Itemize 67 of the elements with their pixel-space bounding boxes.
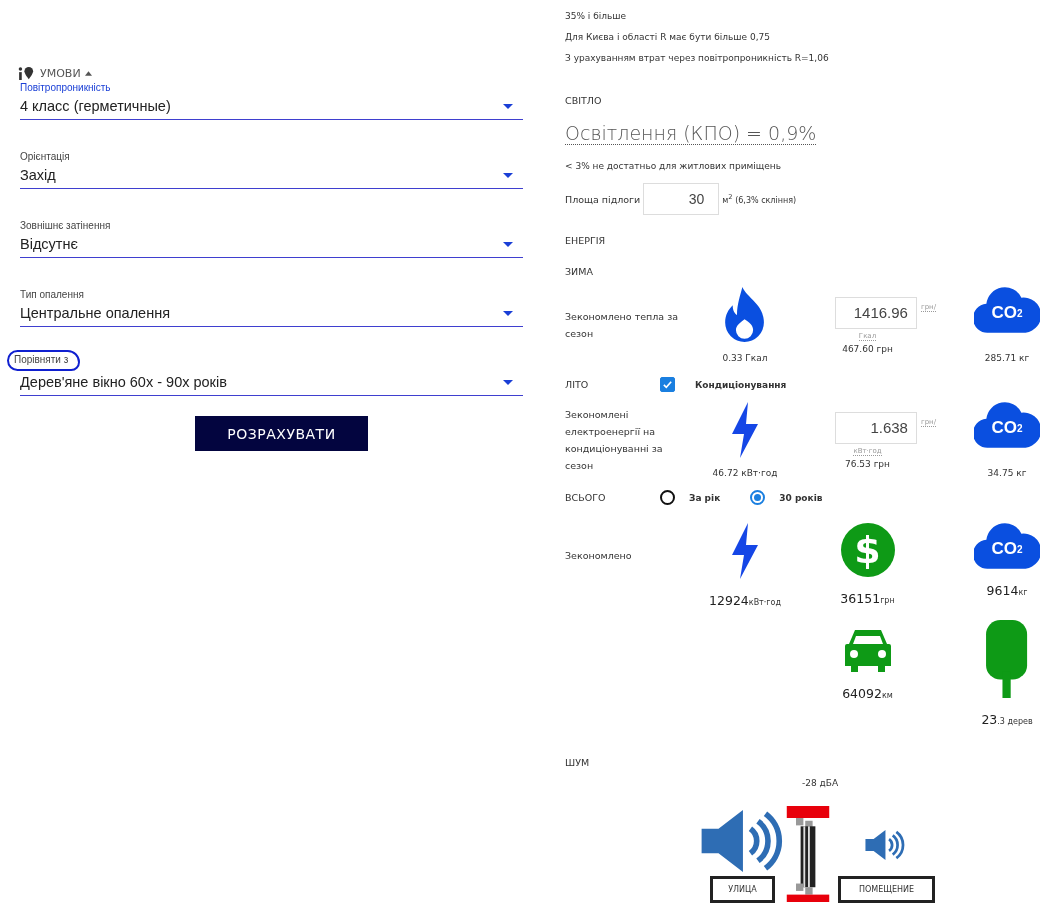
price-input[interactable]: 1416.96 [834, 296, 917, 329]
total-amount-text: 12924кВт·год [709, 593, 781, 608]
field-label: Зовнішнє затінення [20, 219, 111, 233]
lightning-icon [730, 402, 760, 458]
noise-reduction-text: -28 дБА [802, 778, 839, 788]
section-heading: СВІТЛО [565, 95, 602, 106]
field-label: Тип опалення [20, 288, 84, 302]
field-label: Порівняти з [7, 350, 81, 371]
section-toggle[interactable]: УМОВИ [40, 66, 81, 80]
total-amount-text: 64092км [842, 686, 893, 701]
dropdown-arrow-icon [503, 379, 513, 385]
caret-icon[interactable] [84, 70, 92, 76]
amount-text: 46.72 кВт·год [712, 468, 778, 478]
total-amount-text: 23.3 дерев [981, 712, 1033, 727]
section-heading: ЗИМА [565, 266, 593, 277]
total-amount-text: 36151 грн [840, 591, 895, 606]
person-pin-icon [18, 66, 36, 80]
section-heading: ШУМ [565, 757, 590, 768]
quiet-speaker-icon [865, 830, 905, 860]
radio-label[interactable]: За рік [689, 492, 721, 503]
dollar-coin-icon: $ [840, 523, 895, 577]
loud-speaker-icon [700, 810, 784, 872]
cost-text: 467.60 грн [842, 343, 893, 354]
inside-label: ПОМЕЩЕНИЕ [838, 876, 935, 903]
dropdown-arrow-icon [503, 310, 513, 316]
lightning-icon [730, 523, 760, 579]
field-label: Повітропроникність [20, 81, 111, 95]
radio-label[interactable]: 30 років [779, 492, 823, 503]
floor-area-label: Площа підлоги [565, 193, 641, 205]
car-icon [844, 628, 891, 672]
outside-label: УЛИЦА [710, 876, 775, 903]
row-label: Зекономлено [565, 549, 633, 563]
tree-icon [984, 620, 1030, 698]
price-input[interactable]: 1.638 [834, 411, 917, 444]
checkbox[interactable] [660, 377, 675, 392]
co2-amount-text: 34.75 кг [987, 468, 1027, 478]
row-label: Зекономлено тепла за сезон [565, 310, 679, 341]
dropdown-arrow-icon [503, 241, 513, 247]
total-amount-text: 9614кг [986, 583, 1028, 598]
floor-area-unit: м$^{2}$ (6,3% скління) [722, 193, 797, 205]
select-field[interactable]: 4 класс (герметичные) [20, 98, 523, 120]
section-heading: ЕНЕРГІЯ [565, 235, 606, 246]
floor-area-input[interactable]: 30 [643, 183, 720, 215]
radio-button[interactable] [660, 490, 675, 505]
radio-button[interactable] [750, 490, 766, 505]
dropdown-arrow-icon [503, 103, 513, 109]
select-field[interactable]: Дерев'яне вікно 60х - 90х років [20, 374, 523, 396]
checkmark-icon [661, 378, 674, 391]
flame-icon [723, 287, 767, 343]
dropdown-arrow-icon [503, 172, 513, 178]
select-field[interactable]: Відсутнє [20, 236, 523, 258]
lighting-note: < 3% не достатньо для житлових приміщень [565, 161, 782, 171]
info-text: 35% і більше [565, 11, 628, 21]
amount-text: 0.33 Гкал [722, 353, 768, 363]
section-heading: ЛІТО [565, 379, 590, 390]
select-field[interactable]: Захід [20, 167, 523, 189]
select-field[interactable]: Центральне опалення [20, 305, 523, 327]
lighting-title: Освітлення (КПО) = 0,9% [565, 122, 817, 145]
field-label: Орієнтація [20, 150, 70, 164]
cost-text: 76.53 грн [845, 458, 890, 469]
row-label: Зекономлені електроенергії на кондиціонуванні за сезон [565, 408, 664, 473]
info-text: Для Києва і області R має бути більше 0,75 [565, 32, 771, 42]
calculate-button[interactable]: РОЗРАХУВАТИ [195, 416, 368, 451]
info-text: З урахуванням втрат через повітропроникність R=1,06 [565, 53, 829, 63]
section-heading: ВСЬОГО [565, 492, 607, 503]
co2-amount-text: 285.71 кг [984, 353, 1030, 363]
checkbox-label[interactable]: Кондиціонування [695, 379, 787, 390]
